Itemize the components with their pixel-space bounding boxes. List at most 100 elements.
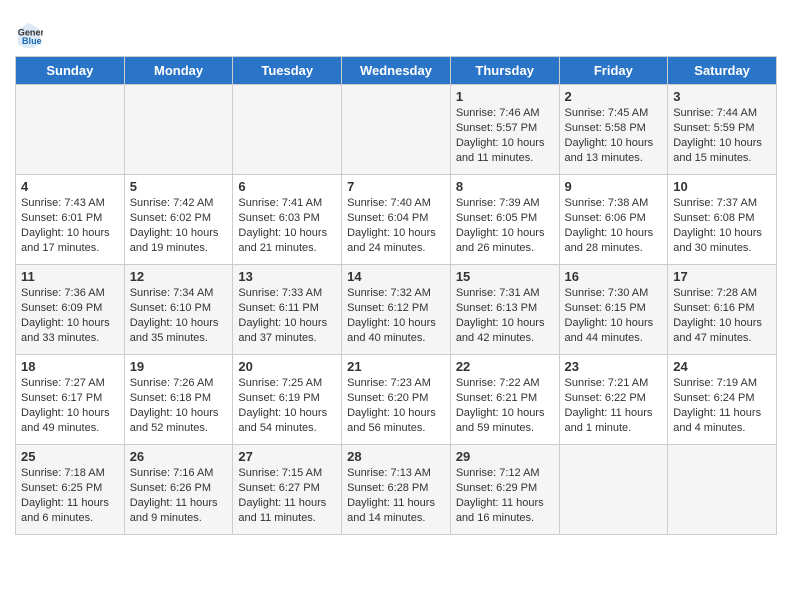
calendar-header-cell: Saturday <box>668 57 777 85</box>
calendar-day-cell: 11 Sunrise: 7:36 AM Sunset: 6:09 PM Dayli… <box>16 265 125 355</box>
day-info: Sunrise: 7:41 AM Sunset: 6:03 PM Dayligh… <box>238 197 327 254</box>
day-number: 24 <box>673 359 771 374</box>
day-info: Sunrise: 7:44 AM Sunset: 5:59 PM Dayligh… <box>673 107 762 164</box>
day-info: Sunrise: 7:25 AM Sunset: 6:19 PM Dayligh… <box>238 377 327 434</box>
day-info: Sunrise: 7:43 AM Sunset: 6:01 PM Dayligh… <box>21 197 110 254</box>
calendar-day-cell: 9 Sunrise: 7:38 AM Sunset: 6:06 PM Daylig… <box>559 175 668 265</box>
calendar-day-cell: 29 Sunrise: 7:12 AM Sunset: 6:29 PM Dayli… <box>450 445 559 535</box>
day-info: Sunrise: 7:40 AM Sunset: 6:04 PM Dayligh… <box>347 197 436 254</box>
calendar-week-row: 1Sunrise: 7:46 AM Sunset: 5:57 PM Daylig… <box>16 85 777 175</box>
calendar-body: 1Sunrise: 7:46 AM Sunset: 5:57 PM Daylig… <box>16 85 777 535</box>
calendar-day-cell: 26 Sunrise: 7:16 AM Sunset: 6:26 PM Dayli… <box>124 445 233 535</box>
calendar-day-cell <box>668 445 777 535</box>
logo-icon: General Blue <box>15 20 43 48</box>
day-info: Sunrise: 7:19 AM Sunset: 6:24 PM Dayligh… <box>673 377 761 434</box>
calendar-week-row: 4 Sunrise: 7:43 AM Sunset: 6:01 PM Daylig… <box>16 175 777 265</box>
day-info: Sunrise: 7:32 AM Sunset: 6:12 PM Dayligh… <box>347 287 436 344</box>
calendar-week-row: 25 Sunrise: 7:18 AM Sunset: 6:25 PM Dayli… <box>16 445 777 535</box>
calendar-day-cell: 15Sunrise: 7:31 AM Sunset: 6:13 PM Dayli… <box>450 265 559 355</box>
day-number: 28 <box>347 449 445 464</box>
day-number: 23 <box>565 359 663 374</box>
calendar-day-cell: 23 Sunrise: 7:21 AM Sunset: 6:22 PM Dayli… <box>559 355 668 445</box>
calendar-day-cell: 6 Sunrise: 7:41 AM Sunset: 6:03 PM Daylig… <box>233 175 342 265</box>
day-info: Sunrise: 7:12 AM Sunset: 6:29 PM Dayligh… <box>456 467 544 524</box>
calendar-table: SundayMondayTuesdayWednesdayThursdayFrid… <box>15 56 777 535</box>
day-info: Sunrise: 7:16 AM Sunset: 6:26 PM Dayligh… <box>130 467 218 524</box>
calendar-header-cell: Sunday <box>16 57 125 85</box>
day-number: 12 <box>130 269 228 284</box>
day-number: 27 <box>238 449 336 464</box>
calendar-day-cell: 17Sunrise: 7:28 AM Sunset: 6:16 PM Dayli… <box>668 265 777 355</box>
day-info: Sunrise: 7:33 AM Sunset: 6:11 PM Dayligh… <box>238 287 327 344</box>
calendar-day-cell: 22 Sunrise: 7:22 AM Sunset: 6:21 PM Dayli… <box>450 355 559 445</box>
day-info: Sunrise: 7:42 AM Sunset: 6:02 PM Dayligh… <box>130 197 219 254</box>
calendar-day-cell: 20 Sunrise: 7:25 AM Sunset: 6:19 PM Dayli… <box>233 355 342 445</box>
day-number: 15 <box>456 269 554 284</box>
day-number: 1 <box>456 89 554 104</box>
calendar-day-cell <box>559 445 668 535</box>
calendar-day-cell: 8 Sunrise: 7:39 AM Sunset: 6:05 PM Daylig… <box>450 175 559 265</box>
calendar-day-cell: 21 Sunrise: 7:23 AM Sunset: 6:20 PM Dayli… <box>342 355 451 445</box>
day-number: 6 <box>238 179 336 194</box>
calendar-day-cell <box>233 85 342 175</box>
day-number: 10 <box>673 179 771 194</box>
calendar-day-cell: 10 Sunrise: 7:37 AM Sunset: 6:08 PM Dayli… <box>668 175 777 265</box>
calendar-day-cell: 14 Sunrise: 7:32 AM Sunset: 6:12 PM Dayli… <box>342 265 451 355</box>
day-info: Sunrise: 7:21 AM Sunset: 6:22 PM Dayligh… <box>565 377 653 434</box>
calendar-day-cell: 19 Sunrise: 7:26 AM Sunset: 6:18 PM Dayli… <box>124 355 233 445</box>
day-info: Sunrise: 7:39 AM Sunset: 6:05 PM Dayligh… <box>456 197 545 254</box>
calendar-day-cell: 3 Sunrise: 7:44 AM Sunset: 5:59 PM Daylig… <box>668 85 777 175</box>
calendar-day-cell: 1Sunrise: 7:46 AM Sunset: 5:57 PM Daylig… <box>450 85 559 175</box>
calendar-day-cell: 4 Sunrise: 7:43 AM Sunset: 6:01 PM Daylig… <box>16 175 125 265</box>
day-number: 19 <box>130 359 228 374</box>
day-number: 4 <box>21 179 119 194</box>
calendar-day-cell: 12Sunrise: 7:34 AM Sunset: 6:10 PM Dayli… <box>124 265 233 355</box>
calendar-day-cell: 28 Sunrise: 7:13 AM Sunset: 6:28 PM Dayli… <box>342 445 451 535</box>
day-info: Sunrise: 7:22 AM Sunset: 6:21 PM Dayligh… <box>456 377 545 434</box>
calendar-header-cell: Wednesday <box>342 57 451 85</box>
day-number: 11 <box>21 269 119 284</box>
calendar-day-cell <box>342 85 451 175</box>
day-info: Sunrise: 7:23 AM Sunset: 6:20 PM Dayligh… <box>347 377 436 434</box>
day-number: 7 <box>347 179 445 194</box>
day-info: Sunrise: 7:26 AM Sunset: 6:18 PM Dayligh… <box>130 377 219 434</box>
day-info: Sunrise: 7:28 AM Sunset: 6:16 PM Dayligh… <box>673 287 762 344</box>
day-number: 25 <box>21 449 119 464</box>
day-number: 9 <box>565 179 663 194</box>
day-info: Sunrise: 7:38 AM Sunset: 6:06 PM Dayligh… <box>565 197 654 254</box>
day-number: 18 <box>21 359 119 374</box>
day-number: 21 <box>347 359 445 374</box>
calendar-day-cell: 7 Sunrise: 7:40 AM Sunset: 6:04 PM Daylig… <box>342 175 451 265</box>
calendar-week-row: 11 Sunrise: 7:36 AM Sunset: 6:09 PM Dayli… <box>16 265 777 355</box>
day-number: 14 <box>347 269 445 284</box>
calendar-day-cell: 27 Sunrise: 7:15 AM Sunset: 6:27 PM Dayli… <box>233 445 342 535</box>
day-number: 2 <box>565 89 663 104</box>
calendar-day-cell: 2 Sunrise: 7:45 AM Sunset: 5:58 PM Daylig… <box>559 85 668 175</box>
logo: General Blue <box>15 20 45 48</box>
calendar-day-cell: 5Sunrise: 7:42 AM Sunset: 6:02 PM Daylig… <box>124 175 233 265</box>
day-info: Sunrise: 7:37 AM Sunset: 6:08 PM Dayligh… <box>673 197 762 254</box>
day-number: 22 <box>456 359 554 374</box>
day-number: 8 <box>456 179 554 194</box>
day-info: Sunrise: 7:15 AM Sunset: 6:27 PM Dayligh… <box>238 467 326 524</box>
calendar-header-cell: Tuesday <box>233 57 342 85</box>
calendar-day-cell <box>16 85 125 175</box>
svg-text:Blue: Blue <box>22 36 42 46</box>
day-info: Sunrise: 7:36 AM Sunset: 6:09 PM Dayligh… <box>21 287 110 344</box>
day-info: Sunrise: 7:18 AM Sunset: 6:25 PM Dayligh… <box>21 467 109 524</box>
calendar-header-cell: Monday <box>124 57 233 85</box>
day-info: Sunrise: 7:45 AM Sunset: 5:58 PM Dayligh… <box>565 107 654 164</box>
day-number: 3 <box>673 89 771 104</box>
calendar-header-row: SundayMondayTuesdayWednesdayThursdayFrid… <box>16 57 777 85</box>
calendar-day-cell: 25 Sunrise: 7:18 AM Sunset: 6:25 PM Dayli… <box>16 445 125 535</box>
day-info: Sunrise: 7:13 AM Sunset: 6:28 PM Dayligh… <box>347 467 435 524</box>
calendar-day-cell: 16Sunrise: 7:30 AM Sunset: 6:15 PM Dayli… <box>559 265 668 355</box>
calendar-week-row: 18Sunrise: 7:27 AM Sunset: 6:17 PM Dayli… <box>16 355 777 445</box>
page-header: General Blue <box>15 10 777 48</box>
calendar-day-cell: 18Sunrise: 7:27 AM Sunset: 6:17 PM Dayli… <box>16 355 125 445</box>
day-info: Sunrise: 7:30 AM Sunset: 6:15 PM Dayligh… <box>565 287 654 344</box>
day-number: 29 <box>456 449 554 464</box>
calendar-day-cell <box>124 85 233 175</box>
day-number: 20 <box>238 359 336 374</box>
day-number: 26 <box>130 449 228 464</box>
